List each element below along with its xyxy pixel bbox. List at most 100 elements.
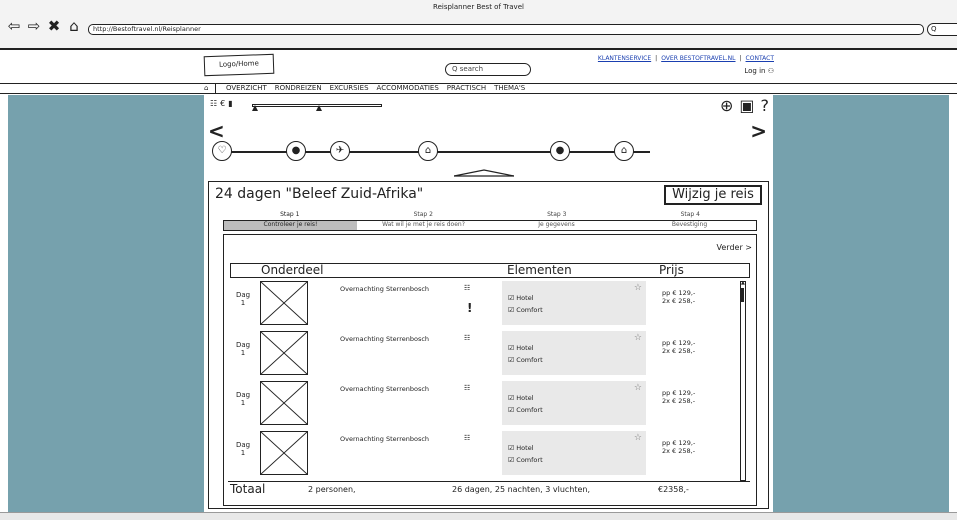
menu-home-icon[interactable]: ⌂ (204, 84, 216, 93)
part-name: Overnachting Sterrenbosch (340, 385, 430, 393)
menu-item-rondreizen[interactable]: RONDREIZEN (275, 84, 322, 93)
price-total: 2x € 258,- (662, 297, 696, 305)
element-label: Comfort (516, 306, 543, 314)
tab-bevestiging[interactable]: Bevestiging (623, 221, 756, 230)
main-content: ☷ € ▮ ⊕ ▣ ? < > ♡ ● ✈ ⌂ ● ⌂ 24 dagen "Be… (204, 95, 773, 512)
trip-detail: Verder > Onderdeel Elementen Prijs Dag 1 … (223, 234, 757, 506)
checkbox-checked-icon[interactable]: ☑ (508, 406, 514, 414)
home-icon[interactable]: ⌂ (66, 18, 82, 34)
total-persons: 2 personen, (308, 485, 356, 494)
part-name: Overnachting Sterrenbosch (340, 335, 430, 343)
browser-search-input[interactable]: Q (927, 23, 957, 36)
element-option[interactable]: ☑ Hotel (508, 394, 534, 402)
image-placeholder (260, 281, 308, 325)
element-option[interactable]: ☑ Hotel (508, 344, 534, 352)
checkbox-checked-icon[interactable]: ☑ (508, 356, 514, 364)
route-bag-icon[interactable]: ● (286, 141, 306, 161)
url-bar[interactable]: http://Bestoftravel.nl/Reisplanner (88, 24, 924, 35)
image-placeholder (260, 331, 308, 375)
route-flight-icon[interactable]: ✈ (330, 141, 350, 161)
checkbox-checked-icon[interactable]: ☑ (508, 306, 514, 314)
star-icon[interactable]: ☆ (634, 283, 642, 293)
menu-item-excursies[interactable]: EXCURSIES (330, 84, 369, 93)
calendar-icon[interactable]: ☷ (210, 99, 217, 108)
slider-handle-min[interactable] (252, 105, 258, 111)
step-label: Stap 2 (413, 211, 433, 218)
login-link[interactable]: Log in ⚇ (744, 67, 774, 75)
table-row[interactable]: Dag 1 Overnachting Sterrenbosch ☷ ☆ ☑ Hote… (230, 431, 740, 475)
step-label: Stap 1 (280, 211, 300, 218)
table-scrollbar[interactable]: ▲ (740, 280, 746, 481)
change-trip-button[interactable]: Wijzig je reis (664, 185, 762, 205)
element-option[interactable]: ☑ Comfort (508, 356, 543, 364)
calendar-icon[interactable]: ☷ (464, 334, 470, 342)
back-icon[interactable]: ⇦ (6, 18, 22, 34)
checkbox-checked-icon[interactable]: ☑ (508, 394, 514, 402)
step-label: Stap 4 (680, 211, 700, 218)
globe-icon[interactable]: ⊕ (720, 97, 733, 115)
logo[interactable]: Logo/Home (203, 53, 275, 77)
price-total: 2x € 258,- (662, 397, 696, 405)
menu-item-accommodaties[interactable]: ACCOMMODATIES (377, 84, 439, 93)
next-arrow-icon[interactable]: > (750, 119, 767, 143)
route-start-icon[interactable]: ♡ (212, 141, 232, 161)
day-label: Dag 1 (232, 341, 254, 357)
calendar-icon[interactable]: ☷ (464, 284, 470, 292)
close-icon[interactable]: ✖ (46, 18, 62, 34)
step-tabs: Controleer je reis! Wat wil je met je re… (223, 220, 757, 231)
scroll-thumb[interactable] (741, 288, 744, 302)
step-labels: Stap 1 Stap 2 Stap 3 Stap 4 (223, 211, 757, 218)
route-home-icon[interactable]: ⌂ (614, 141, 634, 161)
price-cell: pp € 129,- 2x € 258,- (662, 339, 695, 355)
part-name: Overnachting Sterrenbosch (340, 435, 430, 443)
image-placeholder (260, 381, 308, 425)
star-icon[interactable]: ☆ (634, 333, 642, 343)
day-number: 1 (240, 399, 246, 407)
menu-item-overzicht[interactable]: OVERZICHT (226, 84, 267, 93)
checkbox-checked-icon[interactable]: ☑ (508, 456, 514, 464)
slider-handle-max[interactable] (316, 105, 322, 111)
euro-icon[interactable]: € (220, 99, 225, 108)
route-bag-icon[interactable]: ● (550, 141, 570, 161)
collapse-toggle-icon[interactable] (454, 169, 514, 177)
tab-gegevens[interactable]: Je gegevens (490, 221, 623, 230)
price-total: 2x € 258,- (662, 447, 696, 455)
element-option[interactable]: ☑ Comfort (508, 306, 543, 314)
link-over[interactable]: OVER BESTOFTRAVEL.NL (661, 55, 735, 62)
login-label: Log in (744, 67, 766, 75)
tab-controleer[interactable]: Controleer je reis! (224, 221, 357, 230)
link-contact[interactable]: CONTACT (746, 55, 774, 62)
star-icon[interactable]: ☆ (634, 433, 642, 443)
tab-wat-doen[interactable]: Wat wil je met je reis doen? (357, 221, 490, 230)
forward-icon[interactable]: ⇨ (26, 18, 42, 34)
save-icon[interactable]: ▣ (739, 97, 754, 115)
search-input[interactable]: Q search (445, 63, 531, 76)
divider: | (739, 55, 742, 62)
tool-icons: ☷ € ▮ (210, 99, 233, 108)
calendar-icon[interactable]: ☷ (464, 384, 470, 392)
checkbox-checked-icon[interactable]: ☑ (508, 444, 514, 452)
table-row[interactable]: Dag 1 Overnachting Sterrenbosch ☷ ☆ ☑ Hote… (230, 331, 740, 375)
element-option[interactable]: ☑ Comfort (508, 456, 543, 464)
route-home-icon[interactable]: ⌂ (418, 141, 438, 161)
day-text: Dag (235, 441, 251, 449)
element-option[interactable]: ☑ Comfort (508, 406, 543, 414)
scroll-up-icon[interactable]: ▲ (741, 280, 745, 286)
table-row[interactable]: Dag 1 Overnachting Sterrenbosch ☷ ☆ ☑ Hote… (230, 381, 740, 425)
checkbox-checked-icon[interactable]: ☑ (508, 294, 514, 302)
next-button[interactable]: Verder > (717, 243, 752, 252)
link-klantenservice[interactable]: KLANTENSERVICE (598, 55, 651, 62)
calendar-icon[interactable]: ☷ (464, 434, 470, 442)
element-label: Comfort (516, 356, 543, 364)
menu-item-practisch[interactable]: PRACTISCH (447, 84, 486, 93)
book-icon[interactable]: ▮ (228, 99, 232, 108)
prev-arrow-icon[interactable]: < (208, 119, 225, 143)
table-row[interactable]: Dag 1 Overnachting Sterrenbosch ☷ ! ☆ ☑ Ho… (230, 281, 740, 325)
menu-item-themas[interactable]: THEMA'S (494, 84, 525, 93)
help-icon[interactable]: ? (761, 97, 770, 115)
element-option[interactable]: ☑ Hotel (508, 444, 534, 452)
star-icon[interactable]: ☆ (634, 383, 642, 393)
checkbox-checked-icon[interactable]: ☑ (508, 344, 514, 352)
table-header: Onderdeel Elementen Prijs (230, 263, 750, 278)
element-option[interactable]: ☑ Hotel (508, 294, 534, 302)
